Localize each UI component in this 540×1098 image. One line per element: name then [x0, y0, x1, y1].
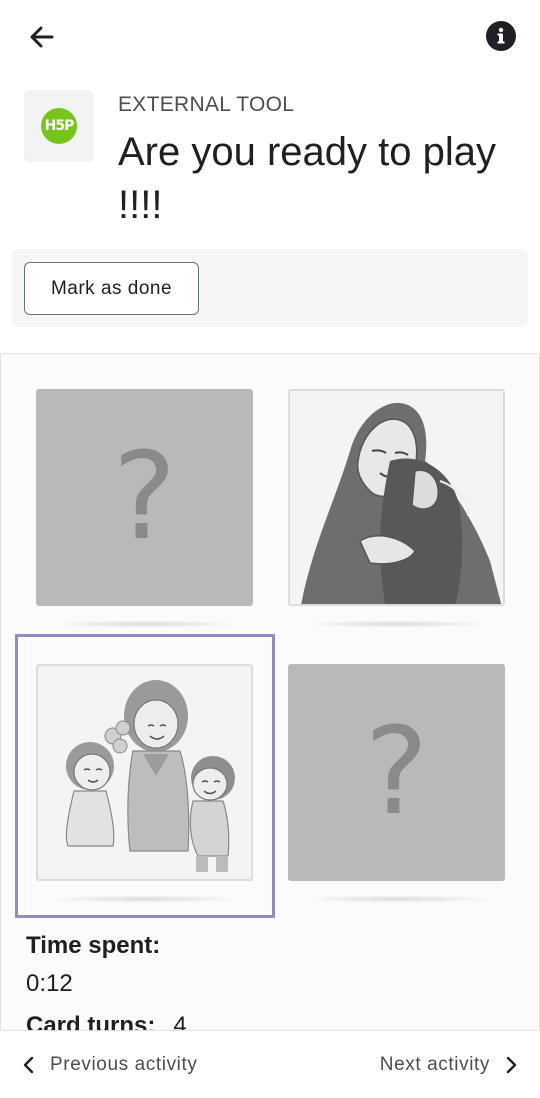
arrow-left-icon	[30, 26, 54, 48]
card-turns-row: Card turns: 4	[26, 1012, 187, 1030]
card-turns-value: 4	[173, 1012, 187, 1030]
mark-as-done-button[interactable]: Mark as done	[24, 262, 199, 315]
chevron-right-icon	[506, 1056, 517, 1074]
completion-bar: Mark as done	[12, 249, 528, 327]
memory-card-1[interactable]: ?	[36, 389, 253, 606]
activity-navigation: Previous activity Next activity	[0, 1030, 540, 1098]
time-spent-value: 0:12	[26, 970, 73, 997]
previous-activity-label: Previous activity	[50, 1054, 198, 1075]
card-shadow	[50, 895, 240, 903]
h5p-logo-icon: H5P	[41, 108, 77, 144]
tool-icon-tile: H5P	[24, 90, 94, 162]
next-activity-label: Next activity	[379, 1054, 490, 1075]
memory-card-2[interactable]	[288, 389, 505, 606]
top-bar	[0, 0, 540, 72]
woman-hugging-illustration	[290, 391, 503, 604]
back-button[interactable]	[22, 18, 62, 56]
activity-header: H5P EXTERNAL TOOL Are you ready to play …	[24, 90, 516, 240]
card-shadow	[302, 620, 492, 628]
next-activity-link[interactable]: Next activity	[380, 1049, 518, 1081]
card-turns-label: Card turns:	[26, 1012, 156, 1030]
mother-with-children-illustration	[38, 666, 251, 879]
card-shadow	[302, 895, 492, 903]
game-stats: Time spent: 0:12 Card turns: 4	[26, 932, 187, 1030]
card-shadow	[50, 620, 240, 628]
tool-type-label: EXTERNAL TOOL	[118, 93, 295, 116]
info-icon	[497, 27, 505, 44]
question-mark-icon: ?	[112, 427, 177, 567]
page-title: Are you ready to play !!!!	[118, 130, 496, 227]
info-button[interactable]	[486, 21, 516, 51]
memory-game: ? ? Time spent: 0:12 Card turns: 4	[0, 353, 540, 1030]
time-spent-label: Time spent:	[26, 932, 161, 959]
previous-activity-link[interactable]: Previous activity	[22, 1049, 197, 1081]
question-mark-icon: ?	[364, 702, 429, 842]
memory-card-3[interactable]	[36, 664, 253, 881]
memory-card-4[interactable]: ?	[288, 664, 505, 881]
chevron-left-icon	[23, 1056, 34, 1074]
